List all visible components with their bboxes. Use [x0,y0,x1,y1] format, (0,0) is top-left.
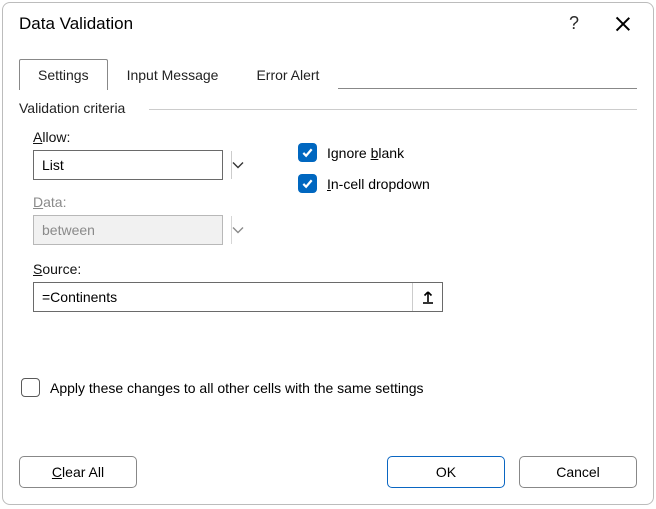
source-input-group [33,282,443,312]
dialog-footer: Clear All OK Cancel [3,446,653,504]
button-label: OK [436,464,456,480]
help-button[interactable]: ? [569,13,579,34]
data-dropdown [33,215,223,245]
ignore-blank-label: Ignore blank [327,145,404,161]
button-label: Cancel [556,464,600,480]
titlebar: Data Validation ? [3,3,653,58]
checkbox-unchecked-icon [21,378,40,397]
allow-value[interactable] [34,151,231,179]
incell-dropdown-checkbox[interactable]: In-cell dropdown [298,174,430,193]
ignore-blank-checkbox[interactable]: Ignore blank [298,143,430,162]
tab-label: Settings [38,67,89,83]
cancel-button[interactable]: Cancel [519,456,637,488]
data-value [34,216,231,244]
tab-bar: Settings Input Message Error Alert [19,58,637,89]
apply-all-checkbox[interactable]: Apply these changes to all other cells w… [21,378,637,397]
tab-label: Error Alert [256,67,319,83]
validation-criteria-group: Validation criteria Allow: Data: [19,111,637,326]
window-title: Data Validation [19,14,569,34]
checkbox-checked-icon [298,174,317,193]
chevron-down-icon [231,216,244,244]
ok-button[interactable]: OK [387,456,505,488]
source-input[interactable] [34,283,412,311]
range-selector-icon [421,290,435,304]
range-selector-button[interactable] [412,283,442,311]
checkbox-checked-icon [298,143,317,162]
titlebar-controls: ? [569,13,631,34]
allow-label: Allow: [33,129,248,145]
group-legend: Validation criteria [19,100,129,116]
data-validation-dialog: Data Validation ? Settings Input Message… [2,2,654,505]
data-label: Data: [33,194,248,210]
apply-all-label: Apply these changes to all other cells w… [50,380,424,396]
tab-label: Input Message [127,67,219,83]
allow-dropdown[interactable] [33,150,223,180]
source-label: Source: [33,261,623,277]
incell-dropdown-label: In-cell dropdown [327,176,430,192]
tab-error-alert[interactable]: Error Alert [237,59,338,90]
tab-input-message[interactable]: Input Message [108,59,238,90]
close-button[interactable] [615,16,631,32]
tab-settings[interactable]: Settings [19,59,108,90]
clear-all-button[interactable]: Clear All [19,456,137,488]
chevron-down-icon[interactable] [231,151,244,179]
